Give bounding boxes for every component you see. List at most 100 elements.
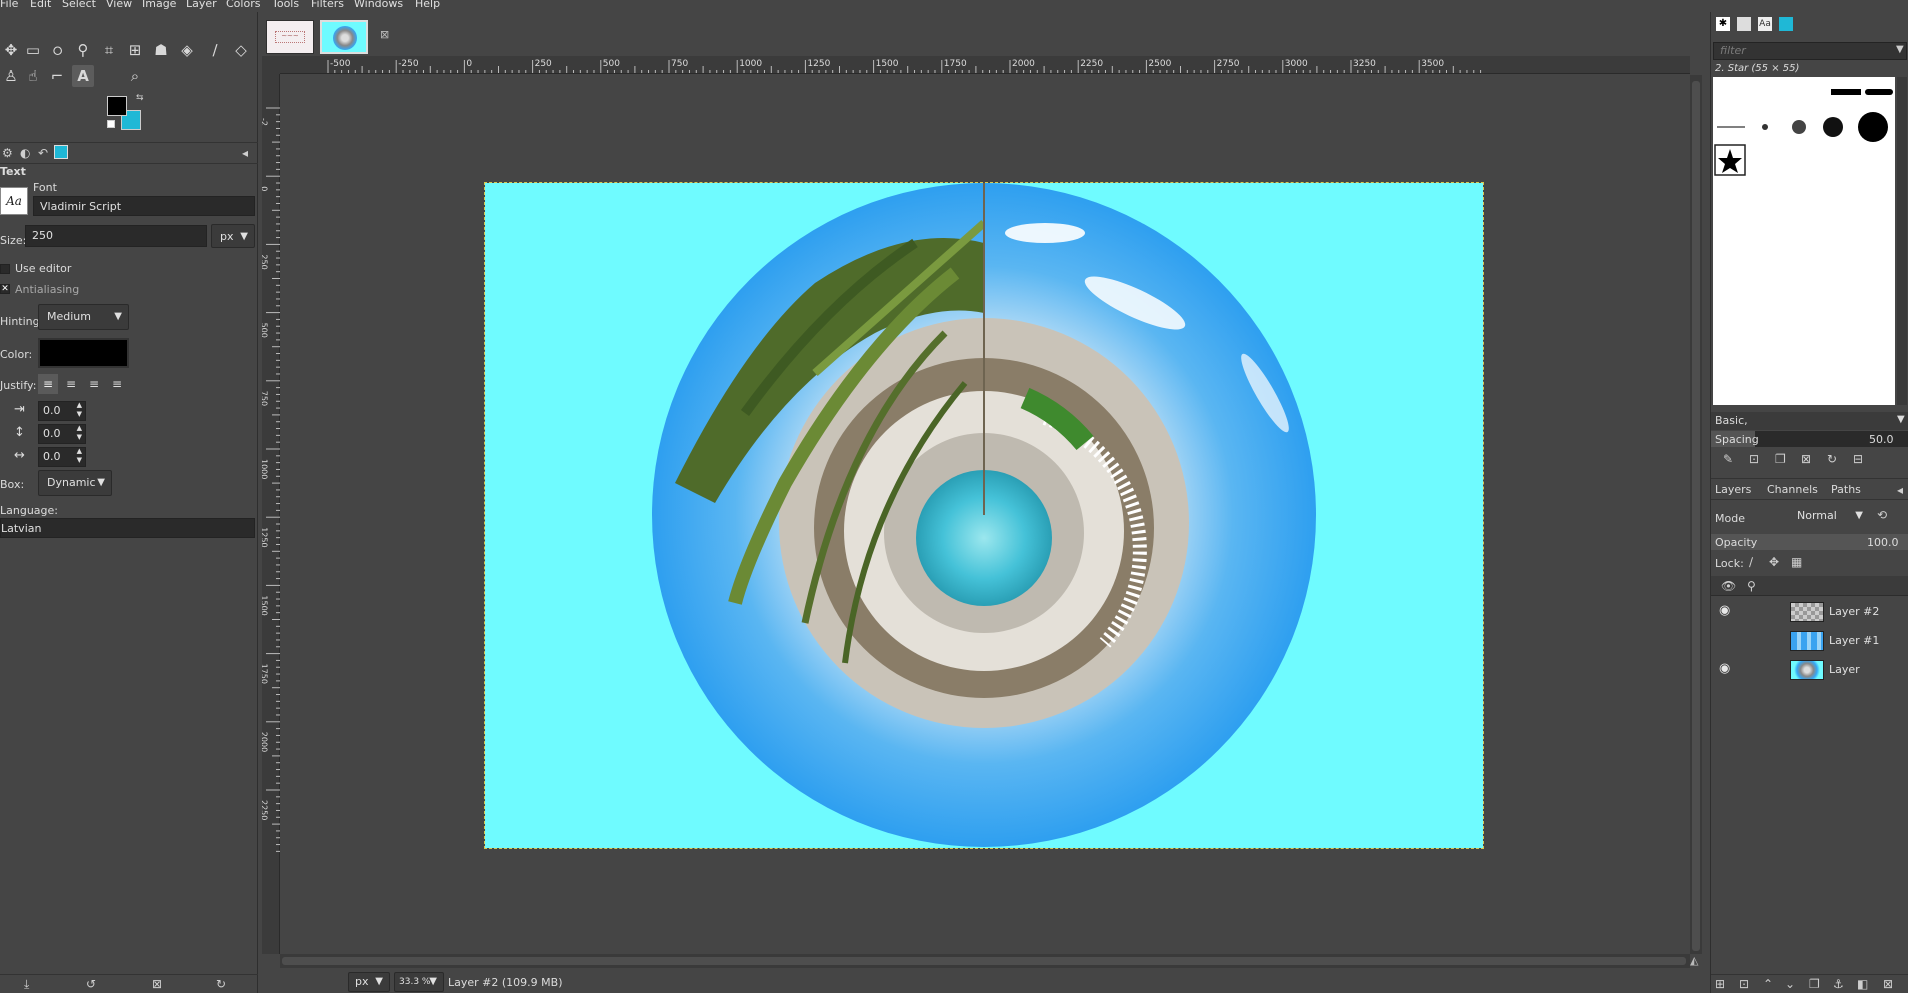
navigate-icon[interactable]: ◭ xyxy=(1690,954,1704,968)
line-spacing-input[interactable]: 0.0 ▲ ▼ xyxy=(38,424,86,444)
restore-options-icon[interactable]: ↺ xyxy=(86,977,96,991)
duplicate-brush-icon[interactable]: ❐ xyxy=(1775,452,1786,466)
menu-file[interactable]: File xyxy=(0,0,18,10)
language-input[interactable]: Latvian xyxy=(0,518,255,538)
close-tab-icon[interactable]: ⊠ xyxy=(380,28,389,41)
menu-tools[interactable]: Tools xyxy=(272,0,299,10)
images-tab-icon[interactable] xyxy=(54,145,68,159)
layer-name[interactable]: Layer #1 xyxy=(1829,634,1879,647)
brush-grid[interactable] xyxy=(1713,77,1895,405)
brush-filter-input[interactable]: filter xyxy=(1713,42,1907,60)
brush-scrollbar[interactable] xyxy=(1897,77,1907,405)
vertical-scroll-thumb[interactable] xyxy=(1692,81,1700,951)
new-layer-group-icon[interactable]: ⊞ xyxy=(1715,977,1725,991)
layer-name[interactable]: Layer xyxy=(1829,663,1860,676)
layer-row[interactable]: Layer #1 xyxy=(1711,629,1908,653)
image-tab-1[interactable]: ~~~ xyxy=(266,20,314,54)
horizontal-scroll-thumb[interactable] xyxy=(282,957,1686,965)
mask-layer-icon[interactable]: ◧ xyxy=(1857,977,1868,991)
lower-layer-icon[interactable]: ⌄ xyxy=(1785,977,1795,991)
visibility-eye-icon[interactable]: ◉ xyxy=(1719,603,1730,618)
swap-colors-icon[interactable]: ⇆ xyxy=(136,93,144,103)
duplicate-layer-icon[interactable]: ❐ xyxy=(1809,977,1820,991)
brush-tag-select[interactable]: Basic, ▼ xyxy=(1711,412,1908,430)
font-preview-icon[interactable]: Aa xyxy=(0,187,28,215)
layer-row[interactable]: ◉ Layer xyxy=(1711,658,1908,682)
lock-alpha-icon[interactable]: ▦ xyxy=(1791,555,1802,569)
patterns-tab-icon[interactable] xyxy=(1737,17,1751,31)
eraser-icon[interactable]: ◇ xyxy=(230,39,252,61)
letter-spacing-input[interactable]: 0.0 ▲ ▼ xyxy=(38,447,86,467)
anchor-layer-icon[interactable]: ⚓ xyxy=(1833,977,1844,991)
chevron-down-icon[interactable]: ▼ xyxy=(1896,44,1904,55)
delete-options-icon[interactable]: ⊠ xyxy=(152,977,162,991)
foreground-color-swatch[interactable] xyxy=(107,96,127,116)
path-icon[interactable]: ⌐ xyxy=(46,65,68,87)
menu-help[interactable]: Help xyxy=(415,0,440,10)
tab-channels[interactable]: Channels xyxy=(1767,483,1818,496)
indent-input[interactable]: 0.0 ▲ ▼ xyxy=(38,401,86,421)
fonts-tab-icon[interactable]: Aa xyxy=(1758,17,1772,31)
unified-transform-icon[interactable]: ⊞ xyxy=(124,39,146,61)
composite-mode-icon[interactable]: ⟲ xyxy=(1877,508,1887,522)
crop-icon[interactable]: ⌗ xyxy=(98,39,120,61)
menu-edit[interactable]: Edit xyxy=(30,0,51,10)
lasso-icon[interactable]: ഠ xyxy=(46,39,68,61)
use-editor-checkbox[interactable] xyxy=(0,264,10,274)
layer-name[interactable]: Layer #2 xyxy=(1829,605,1879,618)
configure-tab-icon[interactable]: ◂ xyxy=(242,146,248,160)
save-options-icon[interactable]: ⤓ xyxy=(24,977,29,992)
warp-icon[interactable]: ☗ xyxy=(150,39,172,61)
opacity-slider[interactable]: Opacity 100.0 xyxy=(1711,534,1908,550)
menu-image[interactable]: Image xyxy=(142,0,176,10)
new-layer-icon[interactable]: ⊡ xyxy=(1739,977,1749,991)
spacing-slider[interactable]: Spacing 50.0 xyxy=(1711,431,1908,447)
configure-tab-icon[interactable]: ◂ xyxy=(1897,483,1903,497)
tool-options-tab-icon[interactable]: ⚙ xyxy=(2,146,13,160)
delete-brush-icon[interactable]: ⊠ xyxy=(1801,452,1811,466)
box-select[interactable]: Dynamic ▼ xyxy=(38,470,112,496)
reset-options-icon[interactable]: ↻ xyxy=(216,977,226,991)
menu-view[interactable]: View xyxy=(106,0,132,10)
image-canvas[interactable] xyxy=(484,182,1484,849)
undo-history-tab-icon[interactable]: ↶ xyxy=(38,146,48,160)
lock-position-icon[interactable]: ✥ xyxy=(1769,555,1779,569)
vertical-scrollbar[interactable] xyxy=(1690,75,1702,954)
gradients-tab-icon[interactable] xyxy=(1779,17,1793,31)
size-input[interactable]: 250 xyxy=(25,225,207,247)
tab-layers[interactable]: Layers xyxy=(1715,483,1751,496)
open-brush-icon[interactable]: ⊟ xyxy=(1853,452,1863,466)
hinting-select[interactable]: Medium ▼ xyxy=(38,304,129,330)
default-colors-icon[interactable] xyxy=(107,120,115,128)
zoom-icon[interactable]: ⌕ xyxy=(124,65,146,87)
justify-right-icon[interactable]: ≡ xyxy=(61,374,81,394)
image-tab-2[interactable] xyxy=(320,20,368,54)
text-color-button[interactable] xyxy=(38,338,129,368)
justify-center-icon[interactable]: ≡ xyxy=(84,374,104,394)
fuzzy-select-icon[interactable]: ⚲ xyxy=(72,39,94,61)
brushes-tab-icon[interactable]: ✱ xyxy=(1716,17,1730,31)
antialiasing-checkbox[interactable]: ✕ xyxy=(0,284,10,294)
menu-windows[interactable]: Windows xyxy=(354,0,403,10)
spin-arrows-icon[interactable]: ▲ ▼ xyxy=(77,447,82,465)
edit-brush-icon[interactable]: ✎ xyxy=(1723,452,1733,466)
layer-row[interactable]: ◉ Layer #2 xyxy=(1711,600,1908,624)
canvas-viewport[interactable] xyxy=(281,75,1690,954)
mode-select[interactable]: Normal ▼ xyxy=(1789,504,1869,528)
menu-colors[interactable]: Colors xyxy=(226,0,260,10)
visibility-eye-icon[interactable]: ◉ xyxy=(1719,661,1730,676)
spin-arrows-icon[interactable]: ▲ ▼ xyxy=(77,424,82,442)
clone-icon[interactable]: ♙ xyxy=(0,65,22,87)
device-status-tab-icon[interactable]: ◐ xyxy=(20,146,30,160)
move-icon[interactable]: ✥ xyxy=(0,39,22,61)
menu-select[interactable]: Select xyxy=(62,0,96,10)
vertical-ruler[interactable]: -2 0 250 500 750 1000 1250 1500 1750 2000 2250 xyxy=(260,74,280,954)
lock-pixels-icon[interactable]: ∕ xyxy=(1749,555,1753,569)
delete-layer-icon[interactable]: ⊠ xyxy=(1883,977,1893,991)
new-brush-icon[interactable]: ⊡ xyxy=(1749,452,1759,466)
justify-fill-icon[interactable]: ≡ xyxy=(107,374,127,394)
tab-paths[interactable]: Paths xyxy=(1831,483,1861,496)
menu-layer[interactable]: Layer xyxy=(186,0,217,10)
paintbrush-icon[interactable]: ∕ xyxy=(204,39,226,61)
justify-left-icon[interactable]: ≡ xyxy=(38,374,58,394)
